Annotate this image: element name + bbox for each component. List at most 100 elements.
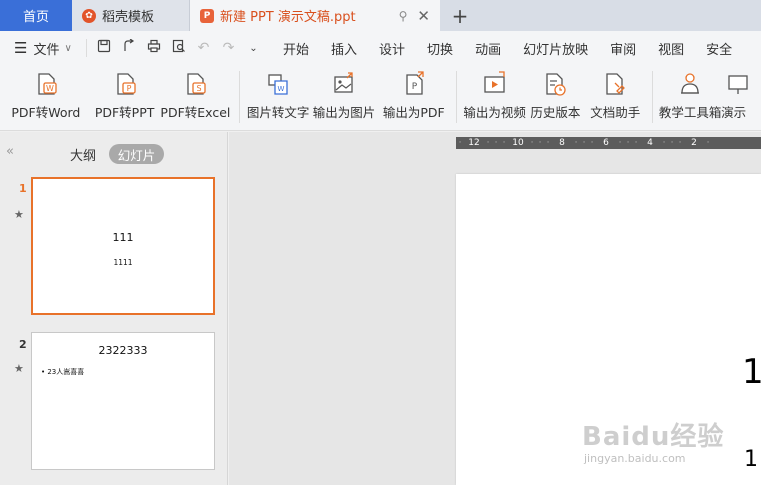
menu-tab-review[interactable]: 审阅 — [599, 39, 647, 58]
output-icon[interactable] — [116, 38, 141, 57]
tab-bar: 首页 ✿ 稻壳模板 P 新建 PPT 演示文稿.ppt ⚲ ✕ + — [0, 0, 761, 31]
menu-tab-slideshow[interactable]: 幻灯片放映 — [512, 39, 599, 58]
menu-tab-design[interactable]: 设计 — [368, 39, 416, 58]
collapse-panel-icon[interactable]: « — [6, 144, 14, 159]
history-version-button[interactable]: 历史版本 — [526, 71, 584, 127]
ruler-tick: · — [494, 138, 498, 148]
slide-thumbnail-title: 111 — [112, 231, 134, 244]
export-image-icon — [334, 72, 353, 93]
document-assistant-button[interactable]: 文档助手 — [584, 71, 646, 127]
pdf-to-ppt-label: PDF转PPT — [94, 105, 155, 120]
pdf-to-word-icon: W — [38, 73, 57, 95]
pdf-to-ppt-button[interactable]: P PDF转PPT — [92, 71, 158, 127]
slide-number-2: 2 — [19, 338, 27, 351]
ruler-tick: · — [458, 138, 462, 148]
ruler-tick: · — [486, 138, 490, 148]
document-assistant-label: 文档助手 — [590, 105, 641, 120]
presentation-button[interactable]: 演示 — [721, 71, 761, 127]
customize-toolbar-icon[interactable]: ⌄ — [241, 43, 266, 54]
ppt-file-icon: P — [200, 8, 214, 23]
print-icon[interactable] — [141, 39, 166, 57]
slide-animation-star-icon: ★ — [14, 208, 24, 221]
teacher-icon — [681, 73, 700, 94]
pdf-to-excel-label: PDF转Excel — [160, 105, 231, 120]
tab-document-label: 新建 PPT 演示文稿.ppt — [220, 10, 356, 25]
svg-text:W: W — [278, 85, 285, 93]
pdf-to-excel-icon: S — [187, 73, 207, 95]
menu-tab-insert[interactable]: 插入 — [320, 39, 368, 58]
ruler-tick: · — [626, 138, 630, 148]
presentation-icon — [728, 75, 748, 94]
slide-animation-star-icon: ★ — [14, 362, 24, 375]
history-version-label: 历史版本 — [530, 105, 581, 120]
ruler-scale: · 12 · · · 10 · · · 8 · · · 6 · · · 4 · … — [456, 137, 761, 149]
pdf-to-ppt-icon: P — [116, 73, 136, 95]
menu-tab-home[interactable]: 开始 — [272, 39, 320, 58]
ruler-tick: · — [678, 138, 682, 148]
export-video-button[interactable]: 输出为视频 — [463, 71, 527, 127]
ribbon-divider — [239, 71, 241, 123]
teaching-toolbox-button[interactable]: 教学工具箱 — [659, 71, 721, 127]
menu-tab-view[interactable]: 视图 — [647, 39, 695, 58]
image-to-text-button[interactable]: W 图片转文字 — [246, 71, 310, 127]
export-image-label: 输出为图片 — [312, 105, 376, 120]
slide-number-1: 1 — [19, 182, 27, 195]
slide-thumbnail-title: 2322333 — [98, 344, 148, 357]
slide-thumbnail-2[interactable]: 2322333 • 23人嵩喜喜 — [31, 332, 215, 470]
hamburger-icon: ☰ — [14, 39, 28, 57]
menu-tabs: 开始 插入 设计 切换 动画 幻灯片放映 审阅 视图 安全 — [272, 39, 743, 58]
ruler-label: 8 — [559, 138, 565, 148]
tab-slides[interactable]: 幻灯片 — [109, 144, 164, 164]
export-image-button[interactable]: 输出为图片 — [310, 71, 378, 127]
chevron-down-icon: ∨ — [64, 42, 72, 54]
image-to-text-label: 图片转文字 — [246, 105, 310, 120]
ribbon-toolbar: W PDF转Word P PDF转PPT S PDF转Excel W 图片转文字… — [0, 65, 761, 131]
ruler-tick: · — [546, 138, 550, 148]
menu-tab-transition[interactable]: 切换 — [416, 39, 464, 58]
ruler-label: 10 — [512, 138, 524, 148]
pin-icon[interactable]: ⚲ — [399, 9, 408, 23]
undo-icon[interactable]: ↶ — [191, 40, 216, 56]
presentation-label: 演示 — [721, 105, 747, 120]
current-slide[interactable]: 1 1 — [456, 174, 761, 485]
export-video-icon — [483, 71, 505, 93]
image-to-text-icon: W — [268, 74, 288, 95]
slide-thumbnail-1[interactable]: 111 1111 — [31, 177, 215, 315]
slide-panel: « 大纲 幻灯片 1 ★ 111 1111 2 ★ 2322333 • 23人嵩… — [0, 132, 228, 485]
menu-tab-security[interactable]: 安全 — [695, 39, 743, 58]
save-icon[interactable] — [91, 39, 116, 57]
tab-home[interactable]: 首页 — [0, 0, 72, 31]
ruler-label: 12 — [468, 138, 480, 148]
svg-text:P: P — [412, 82, 418, 92]
slide-title-text[interactable]: 1 — [742, 352, 761, 392]
ruler-tick: · — [574, 138, 578, 148]
horizontal-ruler[interactable]: · 12 · · · 10 · · · 8 · · · 6 · · · 4 · … — [456, 137, 761, 149]
document-assistant-icon — [606, 73, 626, 95]
export-pdf-button[interactable]: P 输出为PDF — [378, 71, 450, 127]
close-icon[interactable]: ✕ — [417, 7, 430, 25]
plus-icon: + — [451, 3, 469, 28]
file-menu-label: 文件 — [33, 42, 60, 58]
redo-icon[interactable]: ↷ — [216, 40, 241, 56]
ruler-tick: · — [502, 138, 506, 148]
new-tab-button[interactable]: + — [440, 0, 480, 31]
ruler-tick: · — [662, 138, 666, 148]
pdf-to-word-button[interactable]: W PDF转Word — [0, 71, 92, 127]
print-preview-icon[interactable] — [166, 39, 191, 57]
export-pdf-label: 输出为PDF — [382, 105, 445, 120]
menu-tab-animation[interactable]: 动画 — [464, 39, 512, 58]
tab-template[interactable]: ✿ 稻壳模板 — [72, 0, 190, 31]
svg-text:S: S — [197, 84, 202, 93]
export-pdf-icon: P — [406, 71, 424, 95]
slide-body-text[interactable]: 1 — [744, 447, 758, 472]
ruler-tick: · — [590, 138, 594, 148]
daoke-logo-icon: ✿ — [82, 8, 96, 23]
ruler-tick: · — [530, 138, 534, 148]
export-video-label: 输出为视频 — [463, 105, 526, 120]
pdf-to-excel-button[interactable]: S PDF转Excel — [158, 71, 234, 127]
ribbon-divider — [652, 71, 654, 123]
tab-outline[interactable]: 大纲 — [70, 145, 96, 164]
slide-thumbnail-body: • 23人嵩喜喜 — [41, 368, 85, 376]
file-menu-button[interactable]: ☰ 文件 ∨ — [0, 39, 86, 58]
tab-document[interactable]: P 新建 PPT 演示文稿.ppt ⚲ ✕ — [190, 0, 440, 31]
